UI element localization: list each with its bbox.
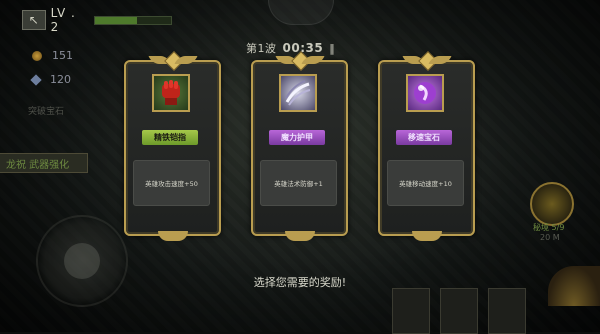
reward-card-3[interactable]: 移速宝石 英雄移动速度+10 xyxy=(378,51,475,241)
level-label: LV . 2 xyxy=(50,6,76,34)
gem-counter: 120 xyxy=(30,73,71,86)
joystick-knob[interactable] xyxy=(64,243,100,279)
corner-emblem xyxy=(548,266,600,306)
reward-description: 英雄法术防御+1 xyxy=(260,160,337,206)
choose-reward-prompt: 选择您需要的奖励! xyxy=(253,276,347,289)
reward-card-2[interactable]: 魔力护甲 英雄法术防御+1 xyxy=(251,51,348,241)
level-progress-fill xyxy=(94,16,137,24)
red-fist-icon xyxy=(152,74,190,112)
skill-button[interactable] xyxy=(530,182,574,226)
wave-label: 第1波 xyxy=(246,42,277,55)
reward-name: 魔力护甲 xyxy=(269,130,325,145)
purple-orb-icon xyxy=(406,74,444,112)
item-slot[interactable] xyxy=(488,288,526,334)
virtual-joystick[interactable] xyxy=(36,215,128,307)
coin-counter: 151 xyxy=(32,49,73,62)
reward-card-1[interactable]: 精铁铠指 英雄攻击速度+50 xyxy=(124,51,221,241)
coin-value: 151 xyxy=(52,49,73,62)
item-slot[interactable] xyxy=(392,288,430,334)
card-crest xyxy=(404,51,450,71)
item-slot[interactable] xyxy=(440,288,478,334)
weapon-upgrade-button[interactable]: 龙祝 武器强化 xyxy=(0,153,88,173)
reward-description: 英雄移动速度+10 xyxy=(387,160,464,206)
faded-label: 突破宝石 xyxy=(28,107,65,117)
level-progress-bar xyxy=(93,15,172,25)
right-label-2: 20 M xyxy=(540,233,560,242)
gem-value: 120 xyxy=(50,73,71,86)
reward-description: 英雄攻击速度+50 xyxy=(133,160,210,206)
card-crest xyxy=(277,51,323,71)
right-label-1: 秘境 5/9 xyxy=(533,223,565,232)
reward-name: 移速宝石 xyxy=(396,130,452,145)
back-arrow-icon[interactable]: ↖ xyxy=(22,10,46,30)
silver-claw-icon xyxy=(279,74,317,112)
coin-icon xyxy=(32,50,42,61)
pause-icon[interactable]: ‖ xyxy=(329,42,335,55)
reward-name: 精铁铠指 xyxy=(142,130,198,145)
level-bar: ↖ LV . 2 xyxy=(22,6,172,34)
gem-icon xyxy=(30,73,42,86)
card-crest xyxy=(150,51,196,71)
